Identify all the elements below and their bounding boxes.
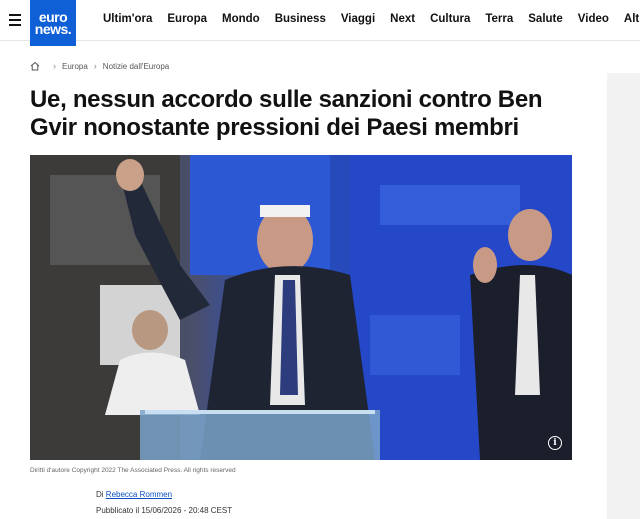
- breadcrumb: › Europa › Notizie dall'Europa: [30, 61, 169, 71]
- info-icon[interactable]: i: [548, 436, 562, 450]
- breadcrumb-item-notizie[interactable]: Notizie dall'Europa: [103, 62, 169, 71]
- nav-item-salute[interactable]: Salute: [528, 13, 563, 25]
- nav-item-cultura[interactable]: Cultura: [430, 13, 470, 25]
- article-photo: i: [30, 155, 572, 460]
- nav-item-viaggi[interactable]: Viaggi: [341, 13, 375, 25]
- article-title: Ue, nessun accordo sulle sanzioni contro…: [30, 86, 543, 141]
- nav-item-ultimora[interactable]: Ultim'ora: [103, 13, 152, 25]
- nav-item-terra[interactable]: Terra: [485, 13, 513, 25]
- published-date: Pubblicato il 15/06/2026 - 20:48 CEST: [96, 506, 233, 515]
- chevron-right-icon: ›: [93, 61, 97, 71]
- byline-prefix: Di: [96, 490, 104, 499]
- author-link[interactable]: Rebecca Rommen: [106, 490, 172, 499]
- byline: Di Rebecca Rommen: [96, 490, 172, 499]
- nav-item-altre[interactable]: Altre: [624, 13, 640, 25]
- nav-item-europa[interactable]: Europa: [167, 13, 207, 25]
- home-icon[interactable]: [30, 61, 40, 71]
- nav-item-video[interactable]: Video: [578, 13, 609, 25]
- main-nav: Ultim'ora Europa Mondo Business Viaggi N…: [103, 13, 640, 25]
- chevron-right-icon: ›: [53, 61, 56, 71]
- hamburger-menu-icon[interactable]: [9, 14, 21, 26]
- site-header: euro news. Ultim'ora Europa Mondo Busine…: [0, 0, 640, 46]
- nav-item-business[interactable]: Business: [275, 13, 326, 25]
- nav-item-mondo[interactable]: Mondo: [222, 13, 260, 25]
- euronews-logo[interactable]: euro news.: [30, 0, 76, 46]
- nav-item-next[interactable]: Next: [390, 13, 415, 25]
- logo-text-line2: news.: [34, 21, 72, 37]
- photo-illustration: [30, 155, 572, 460]
- right-rail: [607, 73, 640, 519]
- breadcrumb-item-europa[interactable]: Europa: [62, 62, 88, 71]
- photo-caption: Diritti d'autore Copyright 2022 The Asso…: [30, 467, 236, 474]
